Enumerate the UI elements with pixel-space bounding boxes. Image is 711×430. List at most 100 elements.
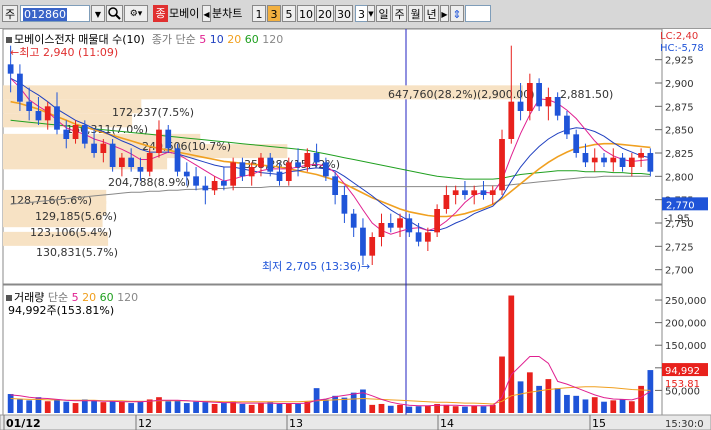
candle-body [647, 153, 654, 172]
candle-body [221, 181, 227, 186]
volume-bar [174, 400, 181, 413]
mode-select[interactable]: 주 [2, 5, 18, 22]
volume-bar [221, 403, 227, 413]
range-week-button[interactable]: 주 [392, 5, 407, 22]
volume-profile-label: 130,831(5.7%) [36, 246, 118, 259]
candle-body [573, 134, 580, 153]
candle-body [54, 106, 60, 130]
volume-bar [7, 394, 14, 413]
legend-square-icon [6, 295, 12, 301]
count-dropdown-icon[interactable]: ▼ [367, 5, 375, 22]
candle-body [17, 73, 23, 102]
extra-input[interactable] [465, 5, 491, 22]
volume-tick-label: 250,000 [665, 296, 706, 307]
period-button-1[interactable]: 1 [252, 5, 266, 22]
legend-square-icon [6, 37, 12, 43]
range-month-button[interactable]: 월 [408, 5, 423, 22]
volume-bar [554, 388, 561, 413]
candle-body [322, 162, 329, 177]
candle-body [165, 129, 172, 149]
low-marker-label: 최저 2,705 (13:36)→ [262, 260, 371, 273]
chart-area[interactable]: 172,237(7.5%)160,311(7.0%)240,606(10.7%)… [0, 29, 711, 430]
candle-body [174, 148, 181, 172]
volume-bar [573, 395, 580, 413]
legend-ma120: 120 [262, 33, 284, 46]
candle-body [35, 111, 42, 121]
left-arrow-icon: ← [10, 46, 20, 59]
volume-bar [239, 403, 246, 413]
volume-bar [471, 405, 478, 413]
y-tick-label: 2,800 [665, 172, 694, 183]
settings-icon[interactable]: ⚙▾ [124, 5, 148, 22]
candle-body [582, 153, 589, 163]
period-button-10[interactable]: 10 [297, 5, 315, 22]
volume-bar [415, 406, 422, 413]
range-day-button[interactable]: 일 [376, 5, 391, 22]
volume-profile-label: 172,237(7.5%) [112, 106, 194, 119]
volume-bar [248, 404, 255, 413]
prev-arrow-icon[interactable]: ◀ [202, 5, 211, 22]
candle-body [378, 223, 385, 237]
candle-body [193, 176, 199, 186]
x-tick-label: 01/12 [6, 417, 41, 430]
candle-body [545, 97, 552, 107]
updown-arrow-icon[interactable]: ⇕ [450, 5, 464, 22]
candle-body [146, 153, 153, 172]
period-button-5[interactable]: 5 [282, 5, 296, 22]
period-button-3[interactable]: 3 [267, 5, 281, 22]
candle-body [536, 83, 542, 107]
candle-body [638, 153, 644, 158]
volume-profile-label: 2,881.50) [560, 88, 613, 101]
candle-body [489, 190, 496, 195]
volume-bar [452, 406, 459, 413]
candle-body [462, 190, 468, 195]
stock-code-input[interactable]: 012860 [20, 5, 90, 22]
candle-body [276, 171, 283, 181]
volume-bar [63, 401, 70, 413]
candle-body [81, 125, 88, 144]
volume-bar [100, 402, 107, 413]
volume-bar [582, 399, 589, 413]
candle-body [44, 106, 51, 121]
volume-bar [517, 381, 524, 413]
candle-body [526, 83, 533, 111]
candle-body [72, 125, 79, 139]
volume-bar [619, 399, 626, 413]
candle-body [517, 101, 524, 111]
search-icon[interactable] [106, 5, 123, 22]
x-tick-label: 15 [592, 417, 606, 430]
code-dropdown-button[interactable]: ▼ [91, 5, 105, 22]
candle-body [397, 218, 403, 228]
volume-bar [564, 394, 570, 413]
x-axis: 01/12 12 13 14 15 15:30:0 [0, 414, 711, 430]
stock-name-label: 모베이 [169, 7, 200, 20]
legend-ma20: 20 [227, 33, 242, 46]
candle-body [443, 195, 450, 209]
current-price-label: 2,770 [666, 200, 695, 211]
volume-bar [165, 401, 172, 413]
candle-body [109, 143, 116, 167]
volume-bar [369, 404, 376, 413]
volume-bar [462, 406, 468, 413]
candle-body [424, 232, 431, 242]
volume-bar [44, 401, 51, 413]
candle-body [239, 162, 246, 177]
period-button-20[interactable]: 20 [316, 5, 334, 22]
stock-type-button[interactable]: 종 [153, 5, 168, 22]
y-tick-label: 2,850 [665, 126, 694, 137]
volume-profile-label: 204,788(8.9%) [108, 176, 190, 189]
candle-body [183, 171, 190, 177]
y-tick-label: 2,900 [665, 79, 694, 90]
volume-bar [601, 401, 607, 413]
next-arrow-icon[interactable]: ▶ [440, 5, 449, 22]
legend-ma60: 60 [244, 33, 259, 46]
period-button-30[interactable]: 30 [335, 5, 353, 22]
candle-body [628, 157, 635, 167]
volume-bar [91, 400, 97, 413]
candle-body [610, 157, 617, 163]
candle-body [601, 157, 607, 163]
range-year-button[interactable]: 년 [424, 5, 439, 22]
high-marker-label: ←최고 2,940 (11:09) [10, 46, 119, 59]
volume-bar [406, 406, 413, 413]
candle-body [564, 115, 570, 135]
